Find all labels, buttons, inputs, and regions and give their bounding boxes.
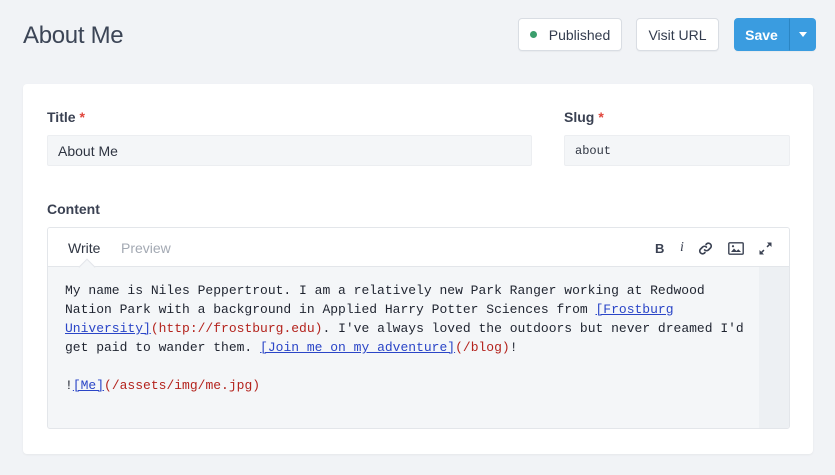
title-label: Title * xyxy=(47,109,85,125)
save-button[interactable]: Save xyxy=(734,18,789,51)
published-status-button[interactable]: Published xyxy=(518,18,622,51)
required-mark: * xyxy=(79,109,85,125)
editor-scroll-gutter xyxy=(759,267,789,428)
italic-icon[interactable]: i xyxy=(680,240,684,256)
visit-url-button[interactable]: Visit URL xyxy=(636,18,719,51)
published-status-dot xyxy=(529,31,537,38)
md-link-text: [Frostburg xyxy=(595,302,674,317)
content-label: Content xyxy=(47,201,100,217)
page-title: About Me xyxy=(23,22,124,49)
markdown-editor: Write Preview B i My name is Niles Peppe… xyxy=(47,227,790,429)
md-image-alt: [Me] xyxy=(72,378,105,393)
title-input[interactable]: About Me xyxy=(47,135,532,166)
required-mark: * xyxy=(598,109,604,125)
published-label: Published xyxy=(548,26,611,43)
editor-line: University](http://frostburg.edu). I've … xyxy=(65,321,744,336)
save-options-dropdown[interactable] xyxy=(789,18,816,51)
edit-card: Title * About Me Slug * about Content Writ… xyxy=(23,84,813,454)
slug-label: Slug * xyxy=(564,109,604,125)
md-image-url: (/assets/img/me.jpg) xyxy=(104,378,261,393)
tab-preview[interactable]: Preview xyxy=(121,240,171,256)
md-link-text: [Join me on my adventure] xyxy=(260,340,456,355)
md-link-url: (http://frostburg.edu) xyxy=(150,321,323,336)
chevron-down-icon xyxy=(798,32,807,37)
editor-toolbar: Write Preview B i xyxy=(48,228,789,267)
fullscreen-icon[interactable] xyxy=(759,240,772,256)
slug-input[interactable]: about xyxy=(564,135,790,166)
editor-line: My name is Niles Peppertrout. I am a rel… xyxy=(65,283,705,298)
tab-write[interactable]: Write xyxy=(68,240,100,256)
editor-line: Nation Park with a background in Applied… xyxy=(65,302,674,317)
md-link-url: (/blog) xyxy=(455,340,510,355)
link-icon[interactable] xyxy=(698,240,713,256)
image-icon[interactable] xyxy=(728,240,744,256)
editor-line: ![Me](/assets/img/me.jpg) xyxy=(65,378,261,393)
md-link-text: University] xyxy=(65,321,151,336)
markdown-textarea[interactable]: My name is Niles Peppertrout. I am a rel… xyxy=(65,281,760,395)
bold-icon[interactable]: B xyxy=(655,240,664,256)
editor-line: get paid to wander them. [Join me on my … xyxy=(65,340,518,355)
